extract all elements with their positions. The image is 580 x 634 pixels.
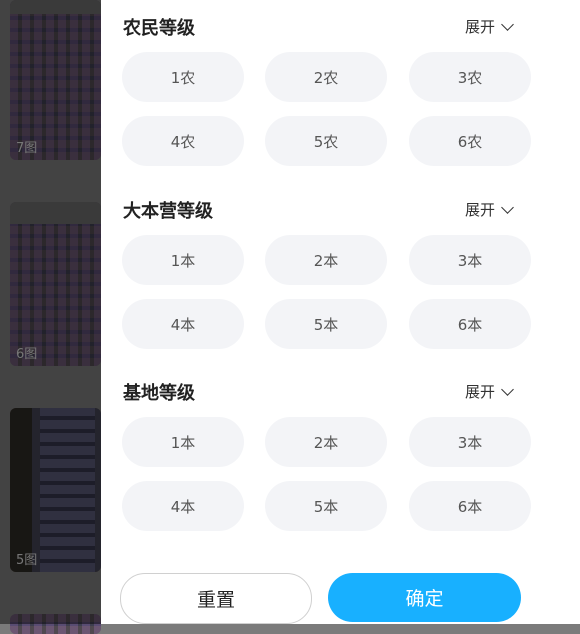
filter-option[interactable]: 5本 (265, 299, 387, 349)
section-title: 农民等级 (123, 18, 195, 39)
chevron-down-icon (501, 382, 514, 396)
filter-option[interactable]: 5农 (265, 116, 387, 166)
expand-label: 展开 (465, 383, 496, 401)
expand-label: 展开 (465, 18, 496, 36)
filter-option[interactable]: 1农 (122, 52, 244, 102)
chevron-down-icon (501, 200, 514, 214)
confirm-button[interactable]: 确定 (328, 573, 521, 622)
section-title: 大本营等级 (123, 201, 213, 222)
filter-option[interactable]: 3农 (409, 52, 531, 102)
filter-drawer: 农民等级 展开 1农 2农 3农 4农 5农 6农 大本营等级 展开 1本 2本… (101, 0, 580, 624)
filter-option[interactable]: 2本 (265, 235, 387, 285)
filter-option[interactable]: 3本 (409, 417, 531, 467)
drawer-scrim[interactable] (0, 0, 101, 624)
filter-section-farmer-level: 农民等级 展开 1农 2农 3农 4农 5农 6农 (101, 2, 580, 166)
filter-section-town-hall-level: 大本营等级 展开 1本 2本 3本 4本 5本 6本 (101, 185, 580, 349)
section-title: 基地等级 (123, 383, 195, 404)
filter-option[interactable]: 5本 (265, 481, 387, 531)
filter-option[interactable]: 2本 (265, 417, 387, 467)
filter-option[interactable]: 4农 (122, 116, 244, 166)
filter-option[interactable]: 6本 (409, 481, 531, 531)
chevron-down-icon (501, 17, 514, 31)
filter-option[interactable]: 2农 (265, 52, 387, 102)
expand-toggle[interactable]: 展开 (465, 381, 514, 402)
reset-button[interactable]: 重置 (120, 573, 312, 624)
filter-option[interactable]: 3本 (409, 235, 531, 285)
expand-label: 展开 (465, 201, 496, 219)
filter-option[interactable]: 6本 (409, 299, 531, 349)
expand-toggle[interactable]: 展开 (465, 199, 514, 220)
filter-option[interactable]: 4本 (122, 299, 244, 349)
filter-section-base-level: 基地等级 展开 1本 2本 3本 4本 5本 6本 (101, 367, 580, 531)
expand-toggle[interactable]: 展开 (465, 16, 514, 37)
filter-option[interactable]: 4本 (122, 481, 244, 531)
filter-option[interactable]: 6农 (409, 116, 531, 166)
filter-option[interactable]: 1本 (122, 417, 244, 467)
filter-option[interactable]: 1本 (122, 235, 244, 285)
